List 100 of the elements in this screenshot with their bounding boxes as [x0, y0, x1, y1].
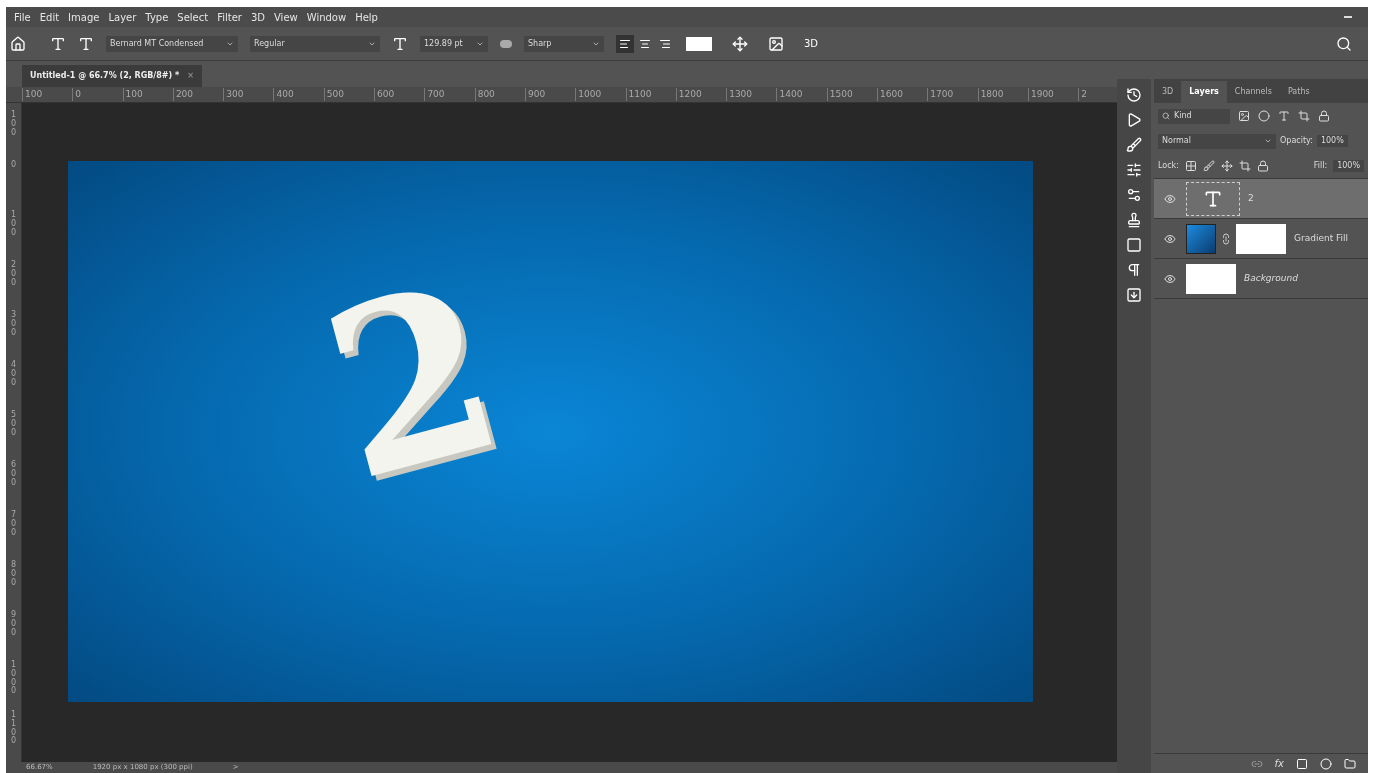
- 3d-button[interactable]: 3D: [804, 36, 819, 51]
- eye-icon[interactable]: [1164, 192, 1176, 205]
- panel-icon[interactable]: [1126, 287, 1142, 303]
- antialias-select[interactable]: Sharp: [524, 35, 604, 52]
- opacity-field[interactable]: 100%: [1316, 135, 1348, 147]
- eye-icon[interactable]: [1164, 272, 1176, 285]
- ruler-label: 600: [9, 461, 18, 489]
- align-button[interactable]: [616, 34, 634, 53]
- filter-select[interactable]: Kind: [1158, 108, 1230, 124]
- font-size-field[interactable]: 129.89 pt: [420, 35, 488, 52]
- color-swatch[interactable]: [686, 36, 712, 51]
- ruler-label: 1400: [776, 87, 827, 102]
- ruler-label: 0: [9, 161, 18, 171]
- align-icon: [619, 37, 631, 50]
- menu-item[interactable]: Edit: [39, 9, 60, 25]
- shape-filter-icon[interactable]: [1298, 110, 1310, 122]
- ruler-label: 100: [122, 87, 173, 102]
- ruler-label: 1500: [826, 87, 878, 102]
- background-thumbnail: [1186, 263, 1236, 294]
- mask-thumbnail: [1236, 223, 1286, 254]
- fill-label: Fill:: [1313, 159, 1328, 172]
- ruler-label: 800: [9, 561, 18, 589]
- fx-button[interactable]: fx: [1274, 756, 1284, 771]
- ruler-label: 0: [72, 87, 123, 102]
- ruler-label: 800: [474, 87, 525, 102]
- fill-field[interactable]: 100%: [1333, 159, 1364, 172]
- gradient-thumbnail: [1186, 223, 1216, 254]
- panel-tab[interactable]: Layers: [1181, 81, 1227, 103]
- ruler-label: 1800: [977, 87, 1028, 102]
- ruler-label: 400: [9, 361, 18, 389]
- font-style-select[interactable]: Regular: [250, 35, 380, 52]
- panel-tab[interactable]: Channels: [1226, 81, 1280, 103]
- history-icon[interactable]: [1126, 87, 1142, 103]
- pixel-filter-icon[interactable]: [1238, 110, 1250, 122]
- ruler-label: 200: [9, 261, 18, 289]
- font-family-select[interactable]: Bernard MT Condensed: [106, 35, 238, 52]
- lock-label: Lock:: [1158, 159, 1179, 172]
- lock-pixels-icon[interactable]: [1184, 159, 1197, 172]
- sliders-icon[interactable]: [1126, 162, 1142, 178]
- panel-tab[interactable]: Paths: [1279, 81, 1318, 103]
- lock-artboard-icon[interactable]: [1238, 159, 1251, 172]
- menu-item[interactable]: 3D: [250, 9, 265, 25]
- vertical-type-icon[interactable]: [78, 35, 94, 52]
- home-icon[interactable]: [10, 35, 26, 52]
- mask-icon[interactable]: [1296, 757, 1308, 770]
- type-tool-icon[interactable]: [50, 35, 66, 52]
- blend-mode-select[interactable]: Normal: [1158, 133, 1276, 149]
- menu-item[interactable]: Type: [145, 9, 169, 25]
- search-icon: [1162, 112, 1170, 120]
- menu-item[interactable]: File: [14, 9, 31, 25]
- ruler-label: 500: [9, 411, 18, 439]
- align-icon: [659, 37, 671, 50]
- menu-item[interactable]: View: [274, 9, 298, 25]
- chevron-down-icon: [1264, 137, 1272, 145]
- menu-item[interactable]: Filter: [217, 9, 242, 25]
- ruler-label: 1000: [575, 87, 626, 102]
- ruler-label: 100: [22, 87, 73, 102]
- ruler-label: 1600: [877, 87, 928, 102]
- type-filter-icon[interactable]: [1278, 110, 1290, 122]
- brush-icon[interactable]: [1126, 137, 1142, 153]
- ruler-label: 1900: [1027, 87, 1079, 102]
- adjustment-icon[interactable]: [1320, 757, 1332, 770]
- layer-name: Gradient Fill: [1294, 231, 1349, 245]
- document-tab[interactable]: Untitled-1 @ 66.7% (2, RGB/8#) * ×: [22, 65, 202, 87]
- menu-item[interactable]: Help: [355, 9, 378, 25]
- search-icon[interactable]: [1336, 35, 1352, 52]
- ruler-label: 500: [323, 87, 375, 102]
- menu-item[interactable]: Select: [177, 9, 209, 25]
- lock-position-icon[interactable]: [1220, 159, 1233, 172]
- link-icon: [1220, 232, 1232, 245]
- lock-all-icon[interactable]: [1256, 159, 1269, 172]
- ruler-label: 200: [172, 87, 224, 102]
- ruler-label: 1300: [726, 87, 777, 102]
- layer-name: Background: [1244, 271, 1298, 285]
- ruler-label: 900: [524, 87, 576, 102]
- ruler-label: 400: [273, 87, 324, 102]
- lock-paint-icon[interactable]: [1202, 159, 1215, 172]
- menu-item[interactable]: Layer: [108, 9, 137, 25]
- panel-tab[interactable]: 3D: [1154, 81, 1182, 103]
- adjustment-filter-icon[interactable]: [1258, 110, 1270, 122]
- layer-name: 2: [1248, 191, 1254, 205]
- stamp-icon[interactable]: [1126, 212, 1142, 228]
- opacity-label: Opacity:: [1280, 135, 1313, 147]
- eye-icon[interactable]: [1164, 232, 1176, 245]
- ruler-label: 1100: [625, 87, 676, 102]
- ruler-label: 100: [9, 211, 18, 239]
- ruler-label: 700: [424, 87, 475, 102]
- ruler-label: 100: [9, 111, 18, 139]
- menu-item[interactable]: Image: [68, 9, 100, 25]
- ruler-label: 900: [9, 611, 18, 639]
- ruler-label: 1200: [675, 87, 727, 102]
- menu-item[interactable]: Window: [306, 9, 347, 25]
- canvas-text: 2: [305, 249, 521, 513]
- folder-icon[interactable]: [1344, 757, 1356, 770]
- align-icon: [639, 37, 651, 50]
- ruler-label: 700: [9, 511, 18, 539]
- ruler-label: 1700: [927, 87, 978, 102]
- play-icon[interactable]: [1126, 112, 1142, 128]
- layer-row[interactable]: 2: [1154, 179, 1368, 219]
- pilcrow-icon[interactable]: [1126, 262, 1142, 278]
